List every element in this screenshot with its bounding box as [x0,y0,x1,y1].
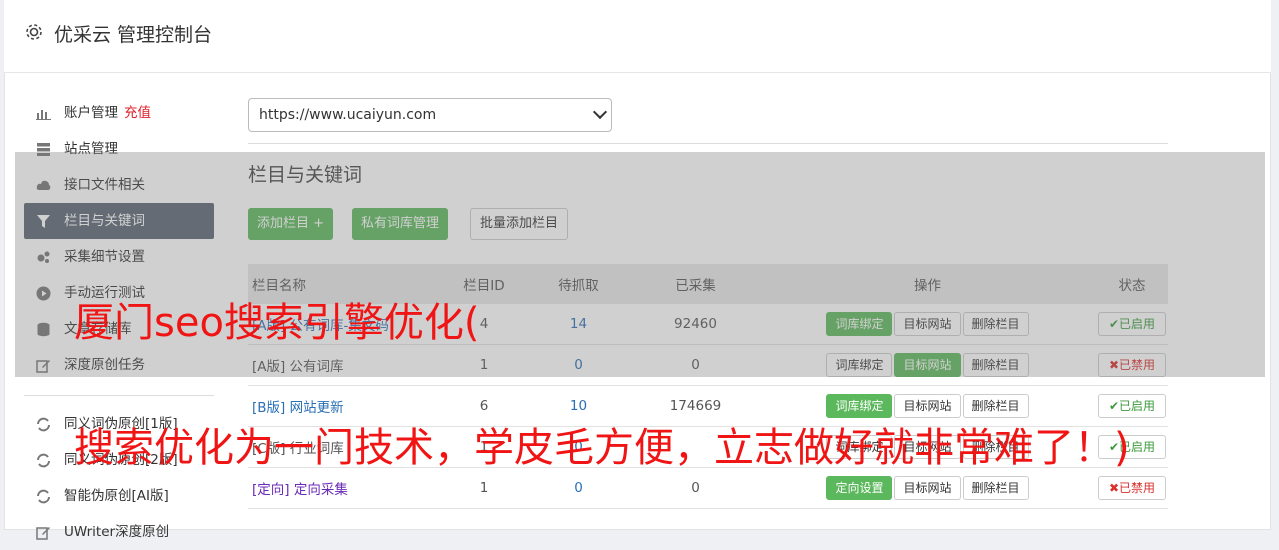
column-name[interactable]: [定向] 定向采集 [248,467,443,509]
sidebar-item-ai-original[interactable]: 智能伪原创[AI版] [24,478,214,514]
status-toggle[interactable]: ✖已禁用 [1097,476,1167,500]
watermark-line-1: 厦门seo搜索引擎优化( [74,300,480,346]
sidebar-item-label: 账户管理 [64,105,118,121]
target-site-button[interactable]: 目标网站 [894,476,961,500]
site-select-value: https://www.ucaiyun.com [259,107,437,123]
bar-chart-icon [36,110,51,120]
sidebar-item-label: UWriter深度原创 [64,524,170,540]
divider [248,143,1168,144]
top-bar: 优采云 管理控制台 [4,0,1271,73]
row-status: ✖已禁用 [1096,467,1168,509]
chevron-down-icon [592,104,608,120]
site-select[interactable]: https://www.ucaiyun.com [248,98,612,132]
recharge-link[interactable]: 充值 [124,105,151,121]
gear-icon [26,24,42,40]
table-row: [定向] 定向采集 1 0 0 定向设置 目标网站 删除栏目 ✖已禁用 [248,467,1168,509]
column-id: 1 [443,467,525,509]
pending-count[interactable]: 0 [525,467,632,509]
watermark-line-2: 搜索优化为一门技术，学皮毛方便，立志做好就非常难了！) [74,425,1130,471]
refresh-icon [37,489,50,504]
refresh-icon [37,453,50,468]
sidebar-item-account[interactable]: 账户管理 充值 [24,95,214,131]
sidebar-divider [24,395,214,396]
app-title: 优采云 管理控制台 [54,24,213,46]
sidebar-item-label: 智能伪原创[AI版] [64,488,169,504]
row-actions: 定向设置 目标网站 删除栏目 [759,467,1096,509]
check-icon: ✔ [1108,399,1120,413]
close-icon: ✖ [1108,481,1120,495]
sidebar-item-uwriter[interactable]: UWriter深度原创 [24,514,214,550]
directed-settings-button[interactable]: 定向设置 [826,476,893,500]
edit-icon [36,527,50,540]
refresh-icon [37,417,50,432]
collected-count: 0 [632,467,759,509]
delete-column-button[interactable]: 删除栏目 [962,476,1029,500]
